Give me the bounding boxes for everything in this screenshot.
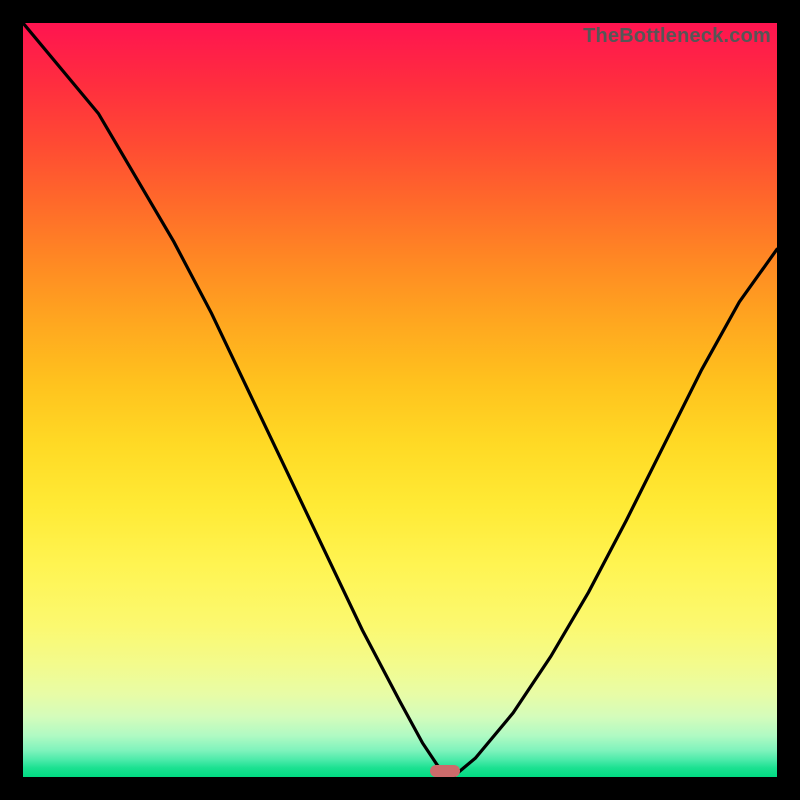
curve-path <box>23 23 777 777</box>
chart-frame: TheBottleneck.com <box>0 0 800 800</box>
plot-area: TheBottleneck.com <box>23 23 777 777</box>
optimal-point-marker <box>430 765 460 777</box>
bottleneck-curve <box>23 23 777 777</box>
watermark-text: TheBottleneck.com <box>583 25 771 48</box>
